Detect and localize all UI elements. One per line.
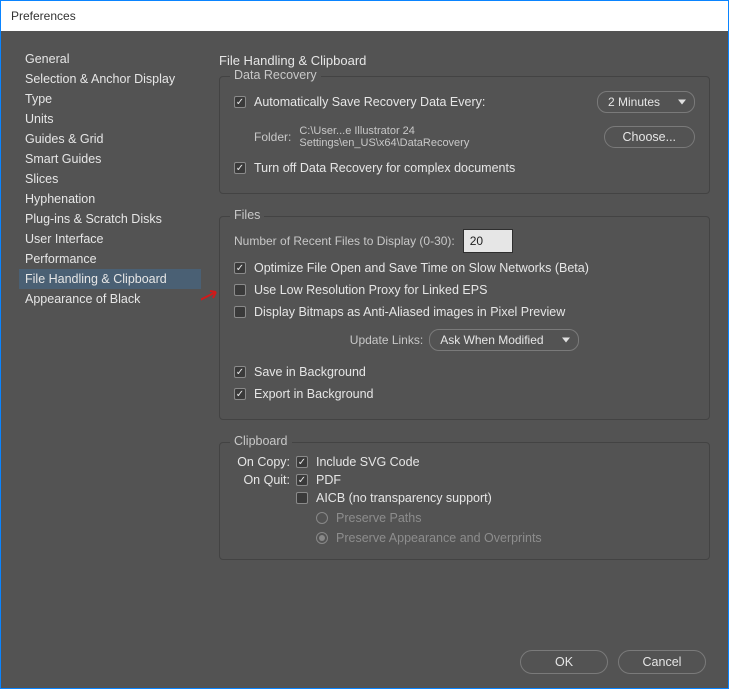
radio-preserve-appearance (316, 532, 328, 544)
checkbox-optimize-slow-network[interactable]: ✓ (234, 262, 246, 274)
label-update-links: Update Links: (350, 333, 423, 347)
checkbox-auto-save[interactable]: ✓ (234, 96, 246, 108)
footer: OK Cancel (19, 634, 710, 688)
label-auto-save: Automatically Save Recovery Data Every: (254, 95, 485, 109)
sidebar-item-hyphenation[interactable]: Hyphenation (19, 189, 201, 209)
content-pane: File Handling & Clipboard Data Recovery … (201, 49, 710, 634)
annotation-arrow-icon (201, 289, 220, 303)
select-auto-save-interval[interactable]: 2 Minutes (597, 91, 695, 113)
sidebar-item-units[interactable]: Units (19, 109, 201, 129)
checkbox-bitmap-antialias[interactable] (234, 306, 246, 318)
choose-folder-button[interactable]: Choose... (604, 126, 695, 148)
cancel-button[interactable]: Cancel (618, 650, 706, 674)
checkbox-include-svg[interactable]: ✓ (296, 456, 308, 468)
select-update-links[interactable]: Ask When Modified (429, 329, 579, 351)
sidebar: General Selection & Anchor Display Type … (19, 49, 201, 634)
label-recent-files: Number of Recent Files to Display (0-30)… (234, 234, 455, 248)
checkbox-export-bg[interactable]: ✓ (234, 388, 246, 400)
checkbox-turn-off-complex[interactable]: ✓ (234, 162, 246, 174)
label-turn-off-complex: Turn off Data Recovery for complex docum… (254, 161, 515, 175)
ok-button[interactable]: OK (520, 650, 608, 674)
sidebar-item-general[interactable]: General (19, 49, 201, 69)
checkbox-pdf[interactable]: ✓ (296, 474, 308, 486)
label-on-quit: On Quit: (234, 473, 296, 487)
sidebar-item-slices[interactable]: Slices (19, 169, 201, 189)
group-files: Files Number of Recent Files to Display … (219, 216, 710, 420)
sidebar-item-file-handling-clipboard[interactable]: File Handling & Clipboard (19, 269, 201, 289)
sidebar-item-guides-grid[interactable]: Guides & Grid (19, 129, 201, 149)
label-bitmap-antialias: Display Bitmaps as Anti-Aliased images i… (254, 305, 565, 319)
label-on-copy: On Copy: (234, 455, 296, 469)
input-recent-files[interactable] (463, 229, 513, 253)
group-data-recovery: Data Recovery ✓ Automatically Save Recov… (219, 76, 710, 194)
folder-path: C:\User...e Illustrator 24 Settings\en_U… (299, 125, 587, 149)
label-preserve-appearance: Preserve Appearance and Overprints (336, 531, 542, 545)
label-save-bg: Save in Background (254, 365, 366, 379)
label-folder: Folder: (254, 130, 291, 144)
label-include-svg: Include SVG Code (316, 455, 420, 469)
sidebar-item-performance[interactable]: Performance (19, 249, 201, 269)
checkbox-low-res-proxy[interactable] (234, 284, 246, 296)
sidebar-item-selection-anchor-display[interactable]: Selection & Anchor Display (19, 69, 201, 89)
titlebar: Preferences (1, 1, 728, 31)
group-title-data-recovery: Data Recovery (230, 68, 321, 82)
sidebar-item-type[interactable]: Type (19, 89, 201, 109)
sidebar-item-appearance-of-black[interactable]: Appearance of Black (19, 289, 201, 309)
label-preserve-paths: Preserve Paths (336, 511, 421, 525)
group-clipboard: Clipboard On Copy: ✓ Include SVG Code On… (219, 442, 710, 560)
label-optimize-slow-network: Optimize File Open and Save Time on Slow… (254, 261, 589, 275)
sidebar-item-smart-guides[interactable]: Smart Guides (19, 149, 201, 169)
group-title-files: Files (230, 208, 264, 222)
label-aicb: AICB (no transparency support) (316, 491, 492, 505)
window-title: Preferences (11, 9, 76, 23)
checkbox-aicb[interactable] (296, 492, 308, 504)
sidebar-item-plugins-scratch-disks[interactable]: Plug-ins & Scratch Disks (19, 209, 201, 229)
sidebar-item-user-interface[interactable]: User Interface (19, 229, 201, 249)
preferences-window: Preferences General Selection & Anchor D… (0, 0, 729, 689)
label-low-res-proxy: Use Low Resolution Proxy for Linked EPS (254, 283, 487, 297)
radio-preserve-paths (316, 512, 328, 524)
label-export-bg: Export in Background (254, 387, 374, 401)
label-pdf: PDF (316, 473, 341, 487)
group-title-clipboard: Clipboard (230, 434, 292, 448)
checkbox-save-bg[interactable]: ✓ (234, 366, 246, 378)
